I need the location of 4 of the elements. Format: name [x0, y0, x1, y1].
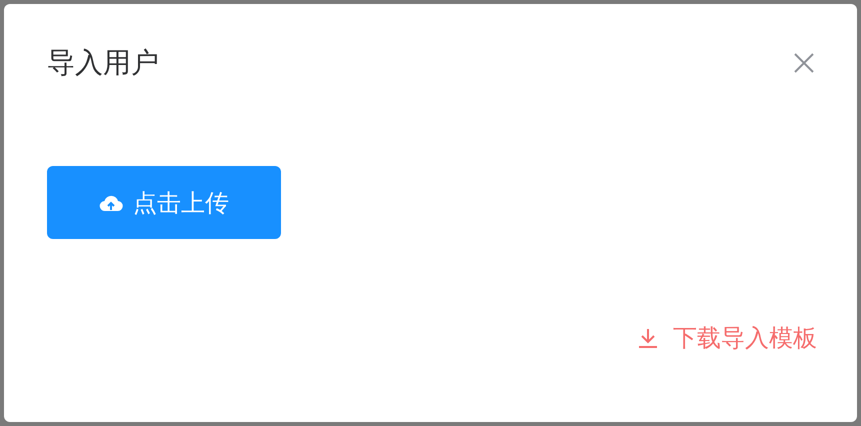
download-template-link[interactable]: 下载导入模板	[637, 322, 817, 354]
download-icon	[637, 327, 659, 349]
dialog-title: 导入用户	[47, 45, 159, 81]
upload-button[interactable]: 点击上传	[47, 166, 281, 239]
